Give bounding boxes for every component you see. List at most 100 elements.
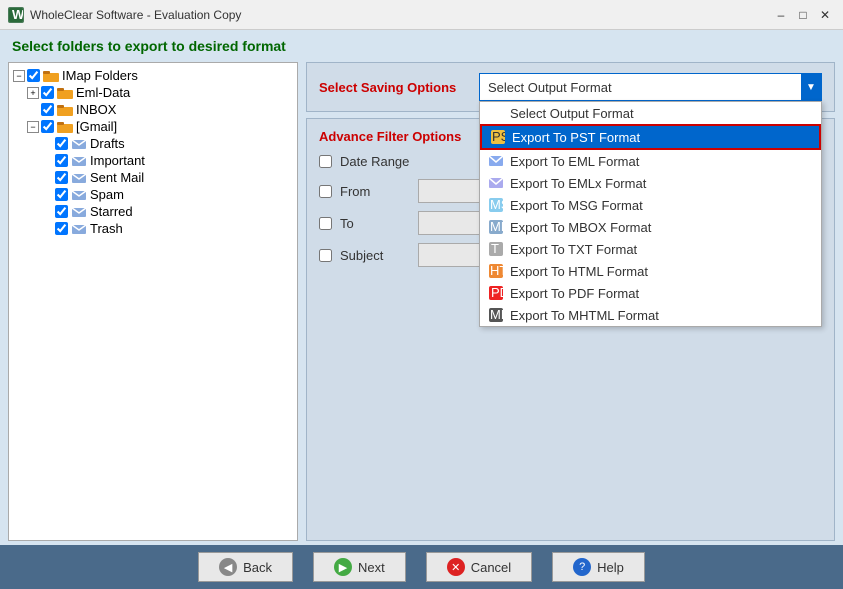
dropdown-item-eml[interactable]: Export To EML Format [480, 150, 821, 172]
date-range-label: Date Range [340, 154, 409, 169]
format-select-value: Select Output Format [488, 80, 612, 95]
item-icon-txt: T [488, 241, 504, 257]
cancel-button[interactable]: ✕ Cancel [426, 552, 532, 582]
dropdown-label-pdf: Export To PDF Format [510, 286, 639, 301]
window-title: WholeClear Software - Evaluation Copy [30, 8, 771, 22]
item-icon-pdf: PDF [488, 285, 504, 301]
dropdown-item-emlx[interactable]: Export To EMLx Format [480, 172, 821, 194]
main-content: Select folders to export to desired form… [0, 30, 843, 545]
from-label: From [340, 184, 410, 199]
dropdown-label-emlx: Export To EMLx Format [510, 176, 646, 191]
next-icon: ▶ [334, 558, 352, 576]
dropdown-item-pdf[interactable]: PDF Export To PDF Format [480, 282, 821, 304]
checkbox-spam[interactable] [55, 188, 68, 201]
folder-icon-sent-mail [71, 172, 87, 184]
back-button[interactable]: ◀ Back [198, 552, 293, 582]
tree-label-gmail: [Gmail] [76, 119, 117, 134]
tree-item-eml-data: + Eml-Data [13, 84, 293, 101]
dropdown-item-txt[interactable]: T Export To TXT Format [480, 238, 821, 260]
checkbox-sent-mail[interactable] [55, 171, 68, 184]
tree-label-trash: Trash [90, 221, 123, 236]
close-button[interactable]: ✕ [815, 5, 835, 25]
back-icon: ◀ [219, 558, 237, 576]
checkbox-date-range[interactable] [319, 155, 332, 168]
folder-icon-eml-data [57, 87, 73, 99]
dropdown-item-mhtml[interactable]: MHT Export To MHTML Format [480, 304, 821, 326]
checkbox-gmail[interactable] [41, 120, 54, 133]
tree-item-gmail: − [Gmail] [13, 118, 293, 135]
checkbox-trash[interactable] [55, 222, 68, 235]
tree-label-inbox: INBOX [76, 102, 116, 117]
folder-icon-gmail [57, 121, 73, 133]
folder-icon-imap [43, 70, 59, 82]
saving-options-section: Select Saving Options Select Output Form… [306, 62, 835, 112]
tree-item-drafts: Drafts [13, 135, 293, 152]
item-icon-eml [488, 153, 504, 169]
subject-label: Subject [340, 248, 410, 263]
tree-item-important: Important [13, 152, 293, 169]
help-icon: ? [573, 558, 591, 576]
page-title: Select folders to export to desired form… [0, 30, 843, 58]
app-icon: W [8, 7, 24, 23]
svg-text:PST: PST [492, 130, 505, 144]
svg-text:W: W [12, 8, 23, 22]
window-controls: – □ ✕ [771, 5, 835, 25]
svg-text:MBOX: MBOX [490, 220, 503, 234]
tree-label-drafts: Drafts [90, 136, 125, 151]
cancel-label: Cancel [471, 560, 511, 575]
right-panel: Select Saving Options Select Output Form… [306, 62, 835, 541]
checkbox-inbox[interactable] [41, 103, 54, 116]
dropdown-label-msg: Export To MSG Format [510, 198, 643, 213]
tree-item-starred: Starred [13, 203, 293, 220]
next-label: Next [358, 560, 385, 575]
dropdown-item-placeholder[interactable]: Select Output Format [480, 102, 821, 124]
tree-label-important: Important [90, 153, 145, 168]
checkbox-important[interactable] [55, 154, 68, 167]
svg-text:T: T [491, 242, 499, 256]
checkbox-eml-data[interactable] [41, 86, 54, 99]
dropdown-label-mbox: Export To MBOX Format [510, 220, 651, 235]
minimize-button[interactable]: – [771, 5, 791, 25]
dropdown-item-msg[interactable]: MSG Export To MSG Format [480, 194, 821, 216]
item-icon-emlx [488, 175, 504, 191]
saving-options-row: Select Saving Options Select Output Form… [319, 73, 822, 101]
dropdown-label-txt: Export To TXT Format [510, 242, 637, 257]
folder-icon-trash [71, 223, 87, 235]
checkbox-starred[interactable] [55, 205, 68, 218]
folder-icon-inbox [57, 104, 73, 116]
folder-icon-starred [71, 206, 87, 218]
dropdown-item-mbox[interactable]: MBOX Export To MBOX Format [480, 216, 821, 238]
dropdown-label-eml: Export To EML Format [510, 154, 639, 169]
folder-icon-spam [71, 189, 87, 201]
bottom-bar: ◀ Back ▶ Next ✕ Cancel ? Help [0, 545, 843, 589]
dropdown-item-pst[interactable]: PST Export To PST Format [480, 124, 821, 150]
expander-eml-data[interactable]: + [27, 87, 39, 99]
checkbox-subject[interactable] [319, 249, 332, 262]
tree-item-imap: − IMap Folders [13, 67, 293, 84]
item-icon-mhtml: MHT [488, 307, 504, 323]
checkbox-imap[interactable] [27, 69, 40, 82]
dropdown-item-html[interactable]: HTML Export To HTML Format [480, 260, 821, 282]
tree-label-spam: Spam [90, 187, 124, 202]
expander-imap[interactable]: − [13, 70, 25, 82]
expander-gmail[interactable]: − [27, 121, 39, 133]
checkbox-drafts[interactable] [55, 137, 68, 150]
help-button[interactable]: ? Help [552, 552, 645, 582]
dropdown-arrow-icon: ▼ [801, 74, 821, 100]
folder-panel: − IMap Folders + Eml-Data [8, 62, 298, 541]
tree-label-eml-data: Eml-Data [76, 85, 130, 100]
tree-label-starred: Starred [90, 204, 133, 219]
dropdown-label-pst: Export To PST Format [512, 130, 640, 145]
checkbox-from[interactable] [319, 185, 332, 198]
next-button[interactable]: ▶ Next [313, 552, 406, 582]
help-label: Help [597, 560, 624, 575]
tree-item-spam: Spam [13, 186, 293, 203]
format-select-button[interactable]: Select Output Format ▼ [479, 73, 822, 101]
svg-text:HTML: HTML [490, 264, 503, 278]
item-icon-msg: MSG [488, 197, 504, 213]
dropdown-label-placeholder: Select Output Format [510, 106, 634, 121]
back-label: Back [243, 560, 272, 575]
svg-text:MHT: MHT [490, 308, 503, 322]
maximize-button[interactable]: □ [793, 5, 813, 25]
checkbox-to[interactable] [319, 217, 332, 230]
